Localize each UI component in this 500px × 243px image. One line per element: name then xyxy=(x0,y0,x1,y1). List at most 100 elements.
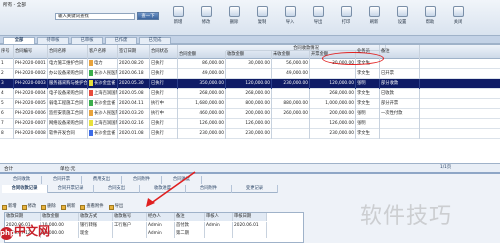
status-color-swatch xyxy=(89,129,93,136)
app-window: 所有 - 全部 输入关键词查找 查一下 新增 修改 删除 复制 导入 导出 打印 刷新 设置 帮助… xyxy=(0,0,500,243)
contracts-table: 合同收款情况 序号 合同编号 合同名称 客户名称 签订日期 合同状态 合同金额 收款金额 未收金… xyxy=(0,44,500,172)
table-cell: 上海百润国际 xyxy=(88,119,118,129)
tab-1[interactable]: 待审核 xyxy=(37,37,69,44)
detail-tool-0[interactable]: 新增 xyxy=(2,203,17,211)
table-cell: 30,000.00 xyxy=(226,59,272,69)
sub-column-header[interactable]: 收款账号 xyxy=(113,213,147,221)
column-header[interactable]: 合同金额 xyxy=(178,51,226,59)
table-row[interactable]: 2 PH-2020-0002 办公设备采购合同 长沙人民医院 2020.06.18 已执行… xyxy=(0,69,500,79)
sub-column-header[interactable]: 审核人 xyxy=(205,213,233,221)
tab-2[interactable]: 已审核 xyxy=(71,37,103,44)
table-row[interactable]: 4 PH-2020-0004 电子设备采购合同 上海百润国际 2020.05.08 已执行… xyxy=(0,89,500,99)
toolbar-icon xyxy=(256,6,268,17)
table-row[interactable]: 6 PH-2020-0006 监控安装施工合同 长沙人民医院 2020.03.20 执行中… xyxy=(0,109,500,119)
column-header[interactable]: 签订日期 xyxy=(118,45,150,59)
table-cell: 电力 xyxy=(88,59,118,69)
tab-3[interactable]: 已作废 xyxy=(105,37,137,44)
table-cell xyxy=(380,119,420,129)
toolbar-button-4[interactable]: 导入 xyxy=(278,6,302,32)
table-cell: 弱电工程施工合同 xyxy=(48,99,88,109)
detail-tool-5[interactable]: 导出 xyxy=(108,203,123,211)
table-cell: PH-2020-0005 xyxy=(14,99,48,109)
column-header[interactable]: 未收金额 xyxy=(272,51,310,59)
toolbar-icon xyxy=(200,6,212,17)
table-cell xyxy=(310,69,356,79)
toolbar-button-7[interactable]: 刷新 xyxy=(362,6,386,32)
column-header[interactable]: 合同名称 xyxy=(48,45,88,59)
sub-column-header[interactable]: 经办人 xyxy=(147,213,175,221)
table-cell: 350,000.00 xyxy=(178,79,226,89)
detail-tool-3[interactable]: 刷新 xyxy=(60,203,75,211)
sub-column-header[interactable]: 备注 xyxy=(175,213,205,221)
totals-bar: 合计 单位:元 xyxy=(0,163,500,172)
search-button[interactable]: 查一下 xyxy=(137,12,159,20)
status-color-swatch xyxy=(89,89,93,96)
sub-cell: 首付款 xyxy=(175,222,205,230)
toolbar-button-9[interactable]: 帮助 xyxy=(418,6,442,32)
table-cell: 长沙金丝雀 xyxy=(88,129,118,139)
sub-column-header[interactable]: 收款日期 xyxy=(5,213,41,221)
sub-column-header[interactable]: 收款金额 xyxy=(41,213,79,221)
table-cell: 张明 xyxy=(356,109,380,119)
tab-0[interactable]: 全部 xyxy=(3,37,35,44)
sub-cell: Admin xyxy=(147,230,175,238)
table-cell: 230,000.00 xyxy=(178,129,226,139)
column-header[interactable]: 序号 xyxy=(0,45,14,59)
table-cell: 2020.04.11 xyxy=(118,99,150,109)
toolbar-button-6[interactable]: 打印 xyxy=(334,6,358,32)
detail-tool-4[interactable]: 查看附件 xyxy=(80,203,104,211)
table-cell: 部分收款 xyxy=(380,79,420,89)
column-header[interactable]: 收款金额 xyxy=(226,51,272,59)
table-cell: 监控安装施工合同 xyxy=(48,109,88,119)
table-row[interactable]: 7 PH-2020-0007 网络设备采购合同 上海百润国际 2020.02.16 已执行… xyxy=(0,119,500,129)
table-row[interactable]: 1 PH-2020-0001 电力施工维护合同 电力 2020.08.20 已执行 86,0… xyxy=(0,59,500,69)
table-cell: 已执行 xyxy=(150,69,178,79)
toolbar-button-8[interactable]: 设置 xyxy=(390,6,414,32)
detail-nav-2[interactable]: 费用支出 xyxy=(82,176,122,184)
column-header[interactable]: 备注 xyxy=(380,45,420,59)
table-cell: 电力施工维护合同 xyxy=(48,59,88,69)
search-input[interactable]: 输入关键词查找 xyxy=(55,13,135,20)
table-cell: 已收款 xyxy=(380,89,420,99)
sub-column-header[interactable]: 收款方式 xyxy=(79,213,113,221)
table-cell: 230,000.00 xyxy=(226,129,272,139)
tab-4[interactable]: 已完成 xyxy=(139,37,171,44)
detail-tool-2[interactable]: 删除 xyxy=(41,203,56,211)
table-cell: 服务器采购与维护合同 xyxy=(48,79,88,89)
detail-nav-0[interactable]: 合同收款 xyxy=(2,176,42,184)
detail-tab-2[interactable]: 合同支出 xyxy=(94,185,140,193)
tool-label: 修改 xyxy=(27,204,37,209)
detail-nav-1[interactable]: 合同开票 xyxy=(42,176,82,184)
table-cell: 2020.05.08 xyxy=(118,89,150,99)
status-color-swatch xyxy=(89,99,93,106)
table-row[interactable]: 3 PH-2020-0003 服务器采购与维护合同 长沙金丝雀 2020.05.30 已执… xyxy=(0,79,500,89)
table-cell: 已执行 xyxy=(150,119,178,129)
toolbar-button-10[interactable]: 关闭 xyxy=(446,6,470,32)
toolbar-button-2[interactable]: 删除 xyxy=(222,6,246,32)
detail-tab-0[interactable]: 合同收款记录 xyxy=(2,185,48,193)
toolbar-button-3[interactable]: 复制 xyxy=(250,6,274,32)
status-color-swatch xyxy=(89,119,93,126)
toolbar-button-5[interactable]: 导出 xyxy=(306,6,330,32)
toolbar-icon xyxy=(424,6,436,17)
status-tabs: 全部 待审核 已审核 已作废 已完成 xyxy=(0,36,500,44)
table-cell: 2020.01.08 xyxy=(118,129,150,139)
column-header[interactable]: 合同状态 xyxy=(150,45,178,59)
column-header[interactable]: 客户名称 xyxy=(88,45,118,59)
table-cell: 长沙金丝雀 xyxy=(88,79,118,89)
sub-column-header[interactable]: 审核日期 xyxy=(233,213,267,221)
table-row[interactable]: 5 PH-2020-0005 弱电工程施工合同 长沙金丝雀 2020.04.11 执行中 1… xyxy=(0,99,500,109)
detail-tab-5[interactable]: 变更记录 xyxy=(232,185,278,193)
toolbar-button-1[interactable]: 修改 xyxy=(194,6,218,32)
table-cell: 120,000.00 xyxy=(226,79,272,89)
toolbar-button-0[interactable]: 新增 xyxy=(166,6,190,32)
table-cell: 268,000.00 xyxy=(310,89,356,99)
toolbar-button-label: 删除 xyxy=(229,20,239,25)
column-header[interactable]: 合同编号 xyxy=(14,45,48,59)
detail-tool-1[interactable]: 修改 xyxy=(21,203,37,211)
table-row[interactable]: 8 PH-2020-0008 软件开发合同 长沙金丝雀 2020.01.08 已执行 230… xyxy=(0,129,500,139)
pager[interactable]: 1/1页 xyxy=(440,164,451,172)
sub-cell xyxy=(205,230,233,238)
detail-tab-1[interactable]: 合同开票记录 xyxy=(48,185,94,193)
table-cell: 49,000.00 xyxy=(178,69,226,79)
